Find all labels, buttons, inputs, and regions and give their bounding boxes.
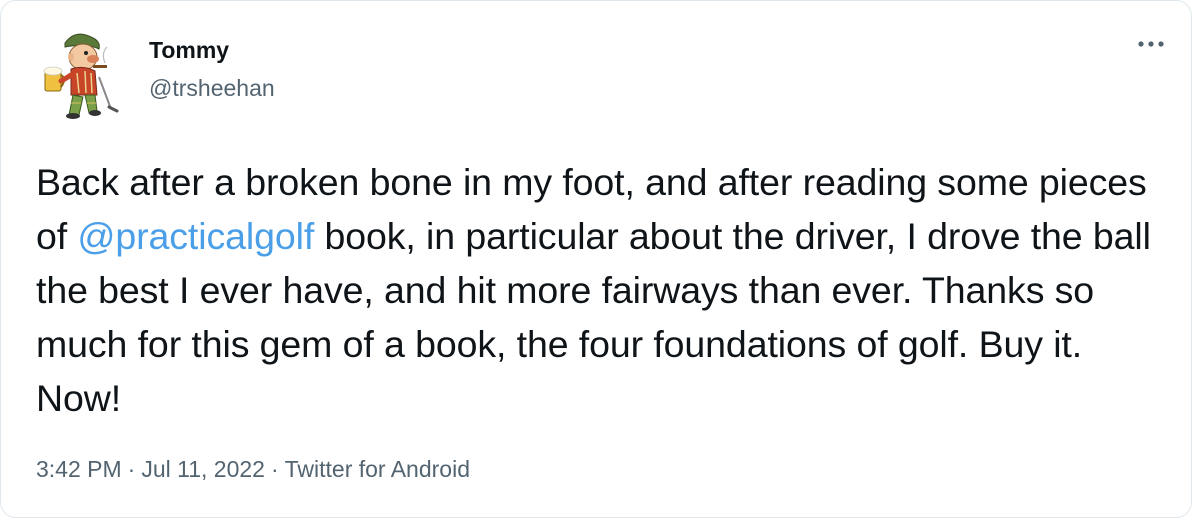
- tweet-timestamp[interactable]: 3:42 PM: [36, 456, 122, 482]
- more-options-icon: [1138, 41, 1164, 47]
- tweet-date[interactable]: Jul 11, 2022: [141, 456, 265, 482]
- meta-separator: ·: [270, 456, 279, 482]
- avatar[interactable]: [31, 23, 129, 121]
- more-options-button[interactable]: [1133, 39, 1169, 75]
- tweet-source[interactable]: Twitter for Android: [285, 456, 470, 482]
- meta-separator: ·: [127, 456, 136, 482]
- tweet-card: Tommy @trsheehan Back after a broken bon…: [0, 0, 1192, 518]
- author-display-name[interactable]: Tommy: [149, 39, 275, 62]
- avatar-golfer-icon: [43, 33, 119, 119]
- mention-link[interactable]: @practicalgolf: [77, 215, 314, 257]
- tweet-text: Back after a broken bone in my foot, and…: [36, 155, 1156, 425]
- tweet-metadata: 3:42 PM · Jul 11, 2022 · Twitter for Android: [36, 456, 470, 483]
- tweet-author: Tommy @trsheehan: [149, 39, 275, 100]
- author-handle[interactable]: @trsheehan: [149, 77, 275, 100]
